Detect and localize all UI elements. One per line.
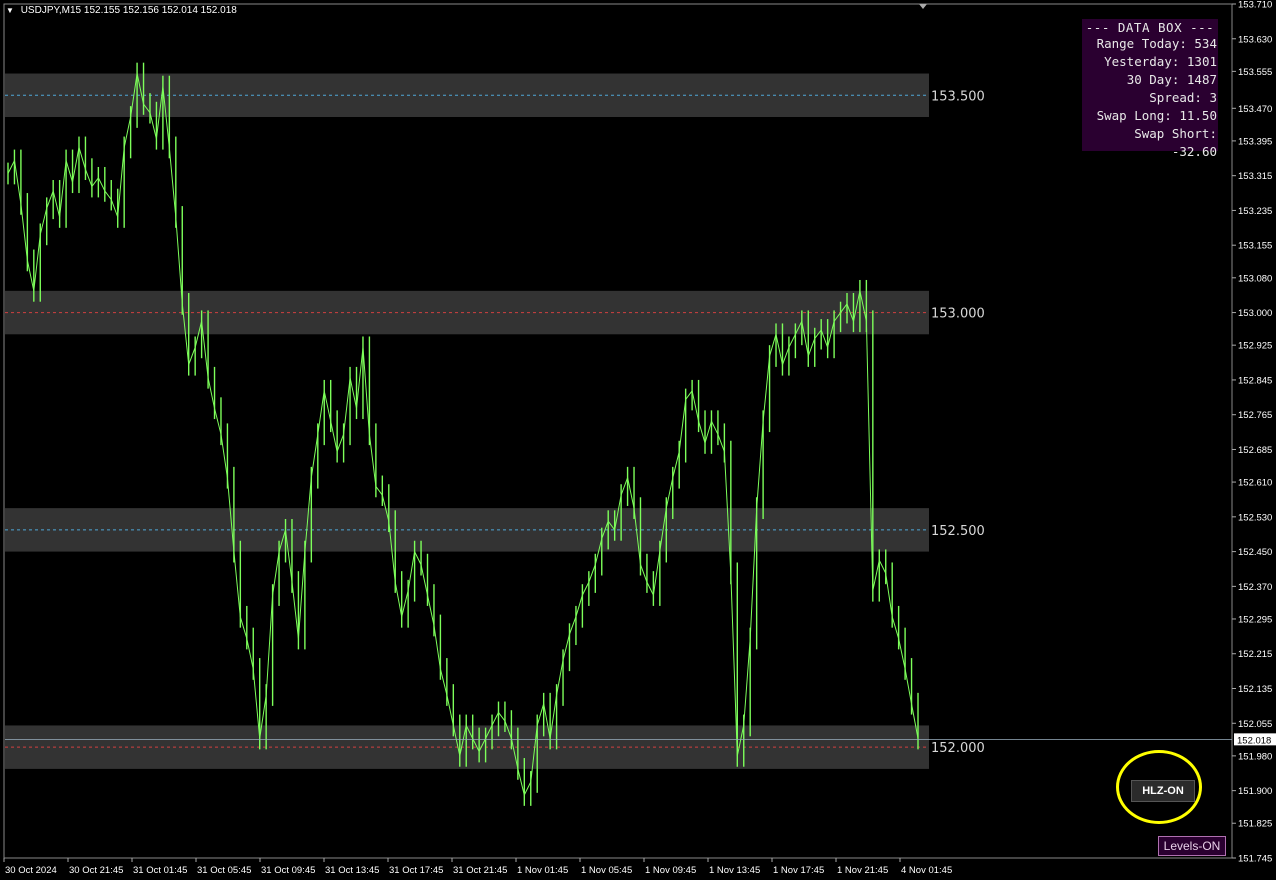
y-tick-label: 152.845: [1238, 375, 1272, 386]
level-label: 152.500: [931, 524, 985, 539]
level-label: 153.500: [931, 89, 985, 104]
data-box-row: Yesterday: 1301: [1104, 54, 1217, 69]
x-tick-label: 31 Oct 13:45: [325, 865, 379, 876]
y-tick-label: 151.825: [1238, 819, 1272, 830]
shift-marker-icon[interactable]: [919, 4, 927, 9]
data-box: --- DATA BOX --- Range Today: 534 Yester…: [1082, 19, 1218, 159]
x-tick-label: 1 Nov 01:45: [517, 865, 568, 876]
y-tick-label: 153.470: [1238, 104, 1272, 115]
x-tick-label: 31 Oct 09:45: [261, 865, 315, 876]
level-label: 153.000: [931, 307, 985, 322]
ohlc-label: 152.155 152.156 152.014 152.018: [83, 5, 237, 16]
y-tick-label: 153.315: [1238, 171, 1272, 182]
y-tick-label: 153.000: [1238, 308, 1272, 319]
y-tick-label: 152.530: [1238, 512, 1272, 523]
y-tick-label: 152.055: [1238, 719, 1272, 730]
x-tick-label: 31 Oct 01:45: [133, 865, 187, 876]
x-tick-label: 31 Oct 21:45: [453, 865, 507, 876]
hlz-toggle-button[interactable]: HLZ-ON: [1131, 780, 1195, 802]
x-tick-label: 4 Nov 01:45: [901, 865, 952, 876]
y-tick-label: 153.395: [1238, 136, 1272, 147]
y-tick-label: 152.215: [1238, 649, 1272, 660]
y-tick-label: 153.630: [1238, 34, 1272, 45]
price-series-line: [7, 73, 919, 797]
x-tick-label: 1 Nov 13:45: [709, 865, 760, 876]
y-tick-label: 152.765: [1238, 410, 1272, 421]
y-tick-label: 151.980: [1238, 751, 1272, 762]
y-tick-label: 152.295: [1238, 614, 1272, 625]
y-tick-label: 152.610: [1238, 478, 1272, 489]
data-box-row: 30 Day: 1487: [1126, 72, 1217, 87]
x-tick-label: 31 Oct 17:45: [389, 865, 443, 876]
x-tick-label: 30 Oct 21:45: [69, 865, 123, 876]
y-tick-label: 152.685: [1238, 445, 1272, 456]
y-tick-label: 153.235: [1238, 206, 1272, 217]
data-box-row: Swap Long: 11.50: [1096, 108, 1217, 123]
levels-toggle-button[interactable]: Levels-ON: [1158, 836, 1226, 856]
y-tick-label: 153.555: [1238, 67, 1272, 78]
y-tick-label: 152.135: [1238, 684, 1272, 695]
y-tick-label: 151.745: [1238, 854, 1272, 865]
x-tick-label: 30 Oct 2024: [5, 865, 57, 876]
x-tick-label: 1 Nov 17:45: [773, 865, 824, 876]
data-box-row: Spread: 3: [1149, 90, 1217, 105]
data-box-row: Range Today: 534: [1096, 36, 1217, 51]
data-box-title: --- DATA BOX ---: [1085, 20, 1215, 35]
y-tick-label: 152.370: [1238, 582, 1272, 593]
y-tick-label: 153.710: [1238, 0, 1272, 11]
y-tick-label: 153.155: [1238, 241, 1272, 252]
y-tick-label: 152.925: [1238, 341, 1272, 352]
chart-header: ▼ USDJPY,M15 152.155 152.156 152.014 152…: [6, 5, 237, 16]
y-tick-label: 151.900: [1238, 786, 1272, 797]
x-tick-label: 1 Nov 05:45: [581, 865, 632, 876]
current-price-label: 152.018: [1237, 735, 1271, 746]
y-tick-label: 152.450: [1238, 547, 1272, 558]
level-label: 152.000: [931, 741, 985, 756]
data-box-row: Swap Short: -32.60: [1134, 126, 1217, 159]
symbol-label: USDJPY,M15: [20, 5, 82, 16]
y-tick-label: 153.080: [1238, 273, 1272, 284]
x-tick-label: 1 Nov 09:45: [645, 865, 696, 876]
dropdown-triangle-icon[interactable]: ▼: [6, 6, 14, 15]
x-tick-label: 1 Nov 21:45: [837, 865, 888, 876]
x-tick-label: 31 Oct 05:45: [197, 865, 251, 876]
